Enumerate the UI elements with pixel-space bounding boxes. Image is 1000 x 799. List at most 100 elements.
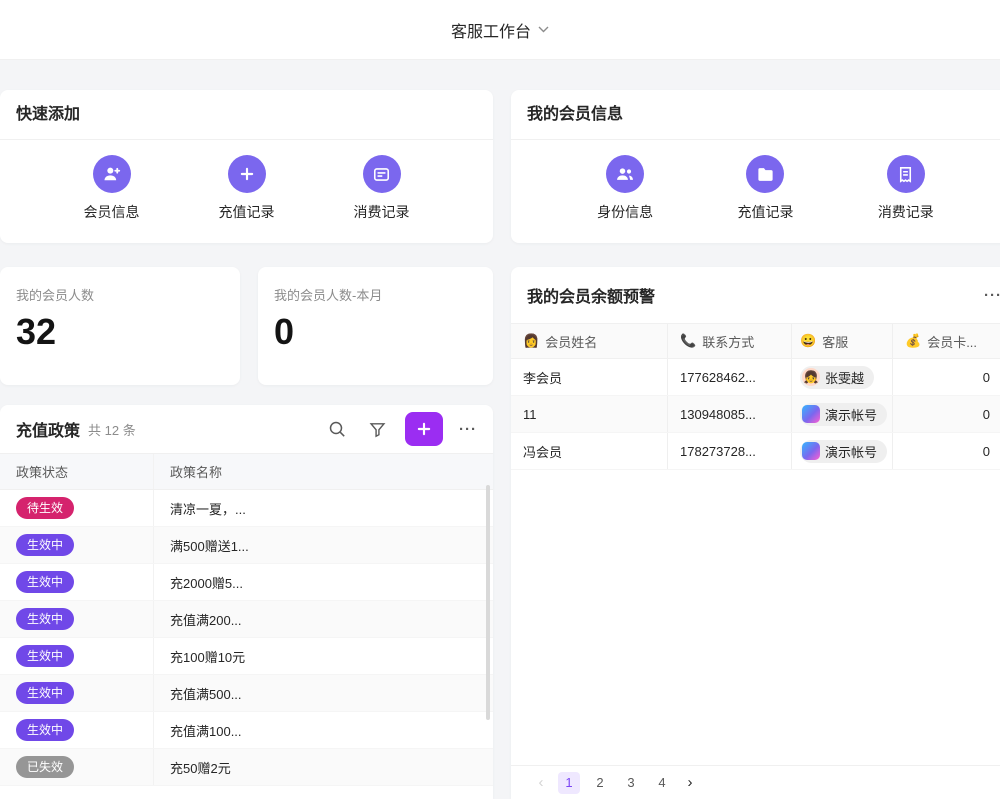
quick-add-recharge-record[interactable]: 充值记录 xyxy=(219,155,275,222)
policy-table: 政策状态 政策名称 待生效 清凉一夏，... 生效中 满500赠送1... 生效… xyxy=(0,453,493,786)
demo-account-logo-icon xyxy=(802,442,820,460)
agent-chip: 👧 张雯越 xyxy=(800,366,874,389)
more-icon[interactable]: ··· xyxy=(459,421,477,438)
search-icon-glyph xyxy=(328,420,346,438)
policy-name-cell: 充2000赠5... xyxy=(154,573,493,592)
status-badge: 待生效 xyxy=(16,497,74,519)
identity-info-shortcut[interactable]: 身份信息 xyxy=(597,155,653,222)
policy-row[interactable]: 生效中 充2000赠5... xyxy=(0,564,493,601)
agent-column-header: 😀 客服 xyxy=(792,324,893,358)
balance-cell: 0 xyxy=(893,433,1000,469)
balance-warning-card: 我的会员余额预警 ··· 👩 会员姓名 📞 联系方式 😀 客服 💰 会员卡...… xyxy=(511,267,1000,799)
policy-name-cell: 清凉一夏，... xyxy=(154,499,493,518)
policy-name-cell: 满500赠送1... xyxy=(154,536,493,555)
agent-cell: 演示帐号 xyxy=(792,433,893,469)
plus-circle-icon xyxy=(228,155,266,193)
stat-value: 0 xyxy=(274,314,477,350)
quick-add-consume-record[interactable]: 消费记录 xyxy=(354,155,410,222)
policy-row[interactable]: 生效中 充值满200... xyxy=(0,601,493,638)
workspace-switcher[interactable]: 客服工作台 xyxy=(451,18,549,42)
policy-status-cell: 生效中 xyxy=(0,675,154,711)
policy-name-cell: 充值满100... xyxy=(154,721,493,740)
page-button-1[interactable]: 1 xyxy=(558,772,580,794)
column-label: 联系方式 xyxy=(702,332,754,351)
add-record-button[interactable] xyxy=(405,412,443,446)
column-label: 会员姓名 xyxy=(545,332,597,351)
table-scrollbar[interactable] xyxy=(486,485,490,720)
policy-row[interactable]: 生效中 充值满500... xyxy=(0,675,493,712)
status-badge: 生效中 xyxy=(16,682,74,704)
policy-row[interactable]: 已失效 充50赠2元 xyxy=(0,749,493,786)
agent-cell: 演示帐号 xyxy=(792,396,893,432)
shortcut-label: 充值记录 xyxy=(737,202,793,222)
contact-cell: 177628462... xyxy=(668,359,792,395)
receipt-icon xyxy=(887,155,925,193)
policy-status-cell: 生效中 xyxy=(0,712,154,748)
quick-add-member-info[interactable]: 会员信息 xyxy=(84,155,140,222)
status-badge: 生效中 xyxy=(16,534,74,556)
balance-table-header: 👩 会员姓名 📞 联系方式 😀 客服 💰 会员卡... xyxy=(511,323,1000,359)
column-label: 客服 xyxy=(822,332,848,351)
top-bar: 客服工作台 xyxy=(0,0,1000,60)
shortcut-label: 消费记录 xyxy=(878,202,934,222)
balance-card-header: 我的会员余额预警 ··· xyxy=(511,267,1000,323)
page-button-2[interactable]: 2 xyxy=(589,772,611,794)
prev-page-button[interactable]: ‹ xyxy=(533,775,549,790)
policy-row[interactable]: 生效中 满500赠送1... xyxy=(0,527,493,564)
next-page-button[interactable]: › xyxy=(682,775,698,790)
member-row[interactable]: 李会员 177628462... 👧 张雯越 0 xyxy=(511,359,1000,396)
receipt-icon-glyph xyxy=(896,165,915,184)
status-badge: 生效中 xyxy=(16,719,74,741)
policy-table-header: 政策状态 政策名称 xyxy=(0,453,493,490)
search-icon[interactable] xyxy=(325,417,349,441)
shortcut-label: 充值记录 xyxy=(219,202,275,222)
member-row[interactable]: 冯会员 178273728... 演示帐号 0 xyxy=(511,433,1000,470)
folder-icon xyxy=(746,155,784,193)
policy-count: 共 12 条 xyxy=(88,420,136,439)
stat-value: 32 xyxy=(16,314,224,350)
status-column-header: 政策状态 xyxy=(0,454,154,489)
recharge-policy-card: 充值政策 共 12 条 ··· 政策状态 政策名称 待生效 清凉一夏，... 生… xyxy=(0,405,493,799)
people-icon-glyph xyxy=(615,164,635,184)
contact-cell: 130948085... xyxy=(668,396,792,432)
member-row[interactable]: 11 130948085... 演示帐号 0 xyxy=(511,396,1000,433)
column-label: 会员卡... xyxy=(927,332,977,351)
policy-toolbar: 充值政策 共 12 条 ··· xyxy=(0,405,493,453)
contact-cell: 178273728... xyxy=(668,433,792,469)
policy-status-cell: 生效中 xyxy=(0,601,154,637)
policy-row[interactable]: 生效中 充值满100... xyxy=(0,712,493,749)
member-add-icon-glyph xyxy=(102,164,122,184)
policy-title: 充值政策 xyxy=(16,417,80,441)
page-button-4[interactable]: 4 xyxy=(651,772,673,794)
policy-row[interactable]: 生效中 充100赠10元 xyxy=(0,638,493,675)
contact-column-header: 📞 联系方式 xyxy=(668,324,792,358)
consume-record-shortcut[interactable]: 消费记录 xyxy=(878,155,934,222)
agent-chip: 演示帐号 xyxy=(800,403,887,426)
plus-icon xyxy=(416,421,432,437)
phone-column-icon: 📞 xyxy=(680,333,696,349)
balance-column-header: 💰 会员卡... xyxy=(893,324,1000,358)
more-icon[interactable]: ··· xyxy=(984,287,1000,304)
agent-name: 张雯越 xyxy=(825,368,864,387)
filter-icon-glyph xyxy=(369,421,386,438)
stat-label: 我的会员人数 xyxy=(16,285,224,304)
balance-cell: 0 xyxy=(893,359,1000,395)
recharge-record-shortcut[interactable]: 充值记录 xyxy=(737,155,793,222)
status-badge: 生效中 xyxy=(16,571,74,593)
page-button-3[interactable]: 3 xyxy=(620,772,642,794)
policy-row[interactable]: 待生效 清凉一夏，... xyxy=(0,490,493,527)
my-member-info-card: 我的会员信息 身份信息 充值记录 消费记录 xyxy=(511,90,1000,243)
money-column-icon: 💰 xyxy=(905,333,921,349)
policy-status-cell: 生效中 xyxy=(0,527,154,563)
receipt-icon xyxy=(363,155,401,193)
my-member-shortcuts: 身份信息 充值记录 消费记录 xyxy=(511,140,1000,222)
balance-table: 👩 会员姓名 📞 联系方式 😀 客服 💰 会员卡... 李会员 17762846… xyxy=(511,323,1000,470)
pagination: ‹ 1 2 3 4 › xyxy=(511,765,1000,799)
filter-icon[interactable] xyxy=(365,417,389,441)
policy-name-cell: 充50赠2元 xyxy=(154,758,493,777)
plus-icon-glyph xyxy=(239,166,255,182)
member-column-icon: 👩 xyxy=(523,333,539,349)
member-add-icon xyxy=(93,155,131,193)
stat-card-member-count-month: 我的会员人数-本月 0 xyxy=(258,267,493,385)
agent-name: 演示帐号 xyxy=(825,442,877,461)
